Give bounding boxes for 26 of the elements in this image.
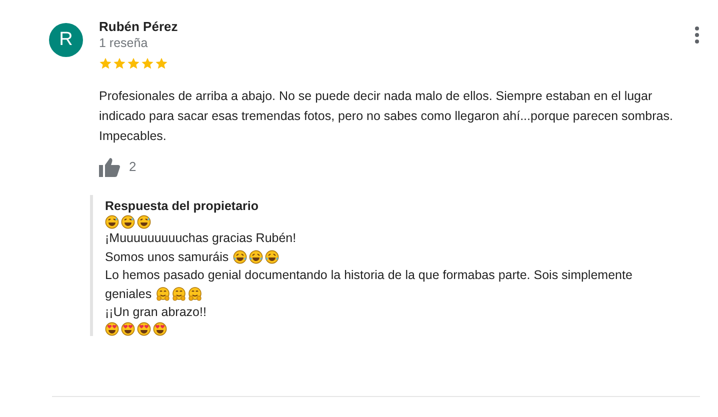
heart-eyes-icon (105, 322, 119, 336)
laughing-with-tears-icon (248, 250, 263, 264)
reply-title: Respuesta del propietario (105, 198, 260, 215)
reply-text: ¡Muuuuuuuuuchas gracias Rubén! (105, 230, 296, 248)
sweat-smile-icon (137, 215, 151, 230)
reply-text: geniales (105, 286, 152, 303)
author-name[interactable]: Rubén Pérez (99, 18, 178, 35)
review-count: 1 reseña (99, 35, 149, 52)
thumbs-up-icon[interactable] (99, 156, 121, 177)
laughing-with-tears-icon (232, 250, 247, 264)
sweat-smile-icon (105, 215, 119, 230)
hugging-face-icon (156, 287, 170, 301)
sweat-smile-icon (121, 215, 135, 230)
review-text: Profesionales de arriba a abajo. No se puede decir nada malo de ellos. Siempre estaban en el lugar indicado para sacar esas tremendas fotos, pero no sabes como llegaron ahí...porque parecen sombras. Impecables. (99, 88, 674, 145)
hugging-face-icon (172, 287, 186, 301)
more-options-icon[interactable] (694, 26, 700, 44)
reply-text: Lo hemos pasado genial documentando la historia de la que formabas parte. Sois simplemente (105, 267, 632, 284)
laughing-with-tears-icon (264, 250, 279, 264)
heart-eyes-icon (137, 322, 151, 336)
hugging-face-icon (188, 287, 202, 301)
like-count: 2 (129, 158, 136, 176)
reply-text: ¡¡Un gran abrazo!! (105, 304, 206, 322)
reply-text: Somos unos samuráis (105, 248, 229, 266)
avatar: R (49, 23, 83, 57)
heart-eyes-icon (153, 322, 167, 336)
heart-eyes-icon (121, 322, 135, 336)
